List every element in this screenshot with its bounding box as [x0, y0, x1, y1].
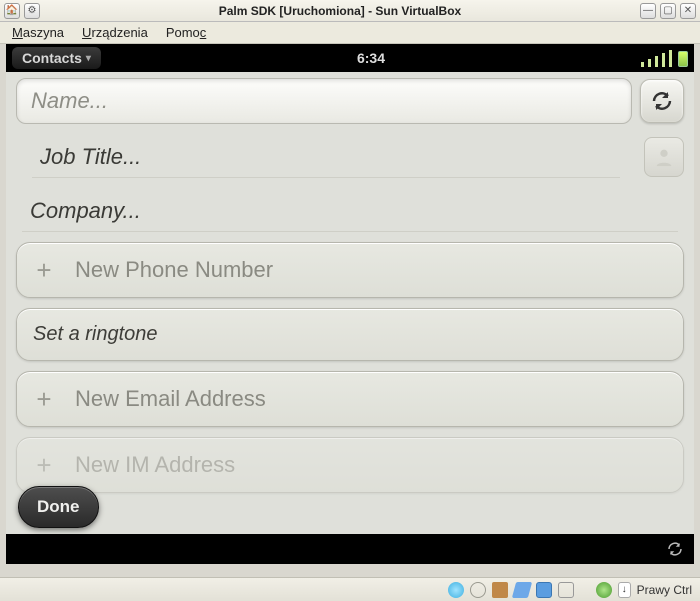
- maximize-button[interactable]: ▢: [660, 3, 676, 19]
- host-icon-display[interactable]: [558, 582, 574, 598]
- host-capture-key: Prawy Ctrl: [637, 583, 692, 597]
- new-phone-button[interactable]: + New Phone Number: [16, 242, 684, 298]
- company-placeholder: Company...: [30, 198, 141, 224]
- window-title: Palm SDK [Uruchomiona] - Sun VirtualBox: [44, 4, 636, 18]
- jobtitle-field[interactable]: Job Title...: [32, 136, 620, 178]
- webos-bottom-bar: [6, 534, 694, 564]
- sync-icon[interactable]: [666, 540, 684, 558]
- new-phone-label: New Phone Number: [75, 257, 273, 283]
- signal-icon: [648, 59, 651, 67]
- status-icons: [641, 50, 688, 67]
- host-icon-mouse-capture[interactable]: [596, 582, 612, 598]
- menu-devices[interactable]: Urządzenia: [82, 25, 148, 40]
- plus-icon: +: [33, 454, 55, 476]
- plus-icon: +: [33, 388, 55, 410]
- host-icon-net[interactable]: [448, 582, 464, 598]
- signal-icon: [669, 50, 672, 67]
- sync-icon: [650, 89, 674, 113]
- titlebar-icon-left-2[interactable]: ⚙: [24, 3, 40, 19]
- jobtitle-placeholder: Job Title...: [40, 144, 141, 170]
- chevron-down-icon: ▾: [86, 53, 91, 64]
- signal-icon: [655, 56, 658, 67]
- new-email-label: New Email Address: [75, 386, 266, 412]
- done-label: Done: [37, 497, 80, 516]
- plus-icon: +: [33, 259, 55, 281]
- menu-help[interactable]: Pomoc: [166, 25, 206, 40]
- new-im-button[interactable]: + New IM Address: [16, 437, 684, 493]
- host-icon-usb[interactable]: [512, 582, 532, 598]
- contact-silhouette-icon: [653, 146, 675, 168]
- vm-display: Contacts ▾ 6:34 Name... Job Title...: [6, 44, 694, 564]
- menubar: Maszyna Urządzenia Pomoc: [0, 22, 700, 44]
- name-field[interactable]: Name...: [16, 78, 632, 124]
- name-placeholder: Name...: [31, 88, 108, 114]
- signal-icon: [641, 62, 644, 67]
- clock: 6:34: [101, 50, 641, 66]
- ringtone-label: Set a ringtone: [33, 323, 158, 346]
- done-button[interactable]: Done: [18, 486, 99, 528]
- titlebar-icon-left-1[interactable]: 🏠: [4, 3, 20, 19]
- webos-statusbar: Contacts ▾ 6:34: [6, 44, 694, 72]
- minimize-button[interactable]: —: [640, 3, 656, 19]
- host-statusbar: ↓ Prawy Ctrl: [0, 577, 700, 601]
- signal-icon: [662, 53, 665, 67]
- photo-button[interactable]: [644, 137, 684, 177]
- window-titlebar: 🏠 ⚙ Palm SDK [Uruchomiona] - Sun Virtual…: [0, 0, 700, 22]
- host-icon-hd[interactable]: [492, 582, 508, 598]
- host-icon-key-capture[interactable]: ↓: [618, 582, 631, 598]
- close-button[interactable]: ✕: [680, 3, 696, 19]
- sync-account-button[interactable]: [640, 79, 684, 123]
- company-field[interactable]: Company...: [22, 190, 678, 232]
- host-icon-cd[interactable]: [470, 582, 486, 598]
- battery-icon: [678, 51, 688, 67]
- webos-surface: Name... Job Title... Company... + New Ph…: [6, 72, 694, 534]
- menu-machine[interactable]: Maszyna: [12, 25, 64, 40]
- set-ringtone-button[interactable]: Set a ringtone: [16, 308, 684, 361]
- app-menu-button[interactable]: Contacts ▾: [12, 47, 101, 69]
- host-icon-shared[interactable]: [536, 582, 552, 598]
- app-menu-label: Contacts: [22, 50, 82, 66]
- new-im-label: New IM Address: [75, 452, 235, 478]
- new-email-button[interactable]: + New Email Address: [16, 371, 684, 427]
